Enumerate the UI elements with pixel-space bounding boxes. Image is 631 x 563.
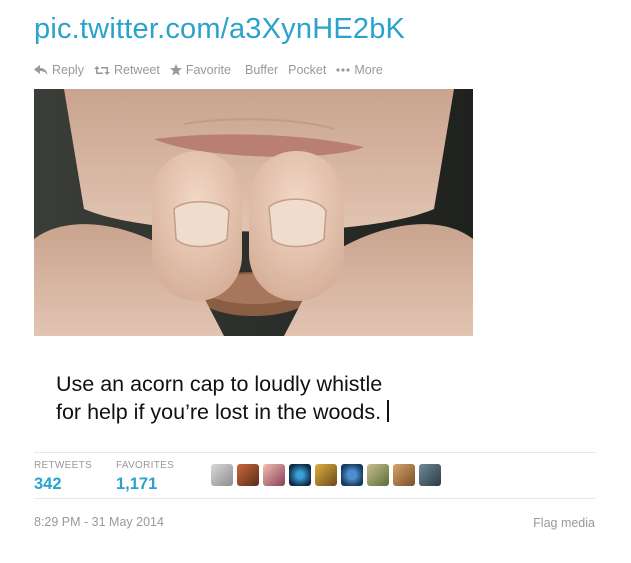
- more-action[interactable]: More: [336, 63, 383, 77]
- tweet-card: pic.twitter.com/a3XynHE2bK Reply Retweet…: [0, 0, 631, 563]
- avatar[interactable]: [367, 464, 389, 486]
- retweet-label: Retweet: [113, 63, 160, 77]
- avatar[interactable]: [263, 464, 285, 486]
- reply-label: Reply: [52, 63, 84, 77]
- more-label: More: [354, 63, 383, 77]
- favoriter-avatars: [211, 464, 445, 486]
- media-link[interactable]: pic.twitter.com/a3XynHE2bK: [34, 12, 405, 46]
- favorites-label: FAVORITES: [116, 460, 175, 471]
- reply-action[interactable]: Reply: [34, 63, 84, 77]
- favorite-label: Favorite: [185, 63, 231, 77]
- favorite-action[interactable]: Favorite: [169, 63, 231, 77]
- tweet-actions-bar: Reply Retweet Favorite Buffer Pocket Mor…: [34, 61, 393, 79]
- acorn-whistle-photo: [34, 89, 473, 336]
- stats-top-divider: [34, 452, 595, 453]
- stats-bottom-divider: [34, 498, 595, 499]
- buffer-label: Buffer: [244, 63, 279, 77]
- retweets-stat[interactable]: RETWEETS 342: [34, 460, 92, 494]
- tweet-caption: Use an acorn cap to loudly whistle for h…: [56, 370, 476, 426]
- flag-media-link[interactable]: Flag media: [533, 516, 595, 530]
- retweet-icon: [93, 65, 110, 76]
- avatar[interactable]: [419, 464, 441, 486]
- buffer-action[interactable]: Buffer: [245, 63, 278, 77]
- favorites-stat[interactable]: FAVORITES 1,171: [116, 460, 174, 494]
- caption-line-1: Use an acorn cap to loudly whistle: [56, 372, 383, 396]
- avatar[interactable]: [289, 464, 311, 486]
- reply-icon: [34, 64, 48, 76]
- favorite-star-icon: [169, 64, 182, 76]
- text-cursor: [387, 400, 389, 422]
- favorites-count[interactable]: 1,171: [116, 475, 174, 494]
- tweet-timestamp: 8:29 PM - 31 May 2014: [34, 515, 164, 529]
- avatar[interactable]: [237, 464, 259, 486]
- avatar[interactable]: [211, 464, 233, 486]
- tweet-photo[interactable]: [34, 89, 473, 336]
- pocket-label: Pocket: [288, 63, 327, 77]
- retweets-count[interactable]: 342: [34, 475, 92, 494]
- retweet-action[interactable]: Retweet: [93, 63, 160, 77]
- avatar[interactable]: [341, 464, 363, 486]
- more-dots-icon: [336, 68, 350, 72]
- caption-line-2-text: for help if you’re lost in the woods.: [56, 400, 382, 424]
- pocket-action[interactable]: Pocket: [288, 63, 326, 77]
- avatar[interactable]: [315, 464, 337, 486]
- avatar[interactable]: [393, 464, 415, 486]
- caption-line-2: for help if you’re lost in the woods.: [56, 398, 476, 426]
- retweets-label: RETWEETS: [34, 460, 92, 471]
